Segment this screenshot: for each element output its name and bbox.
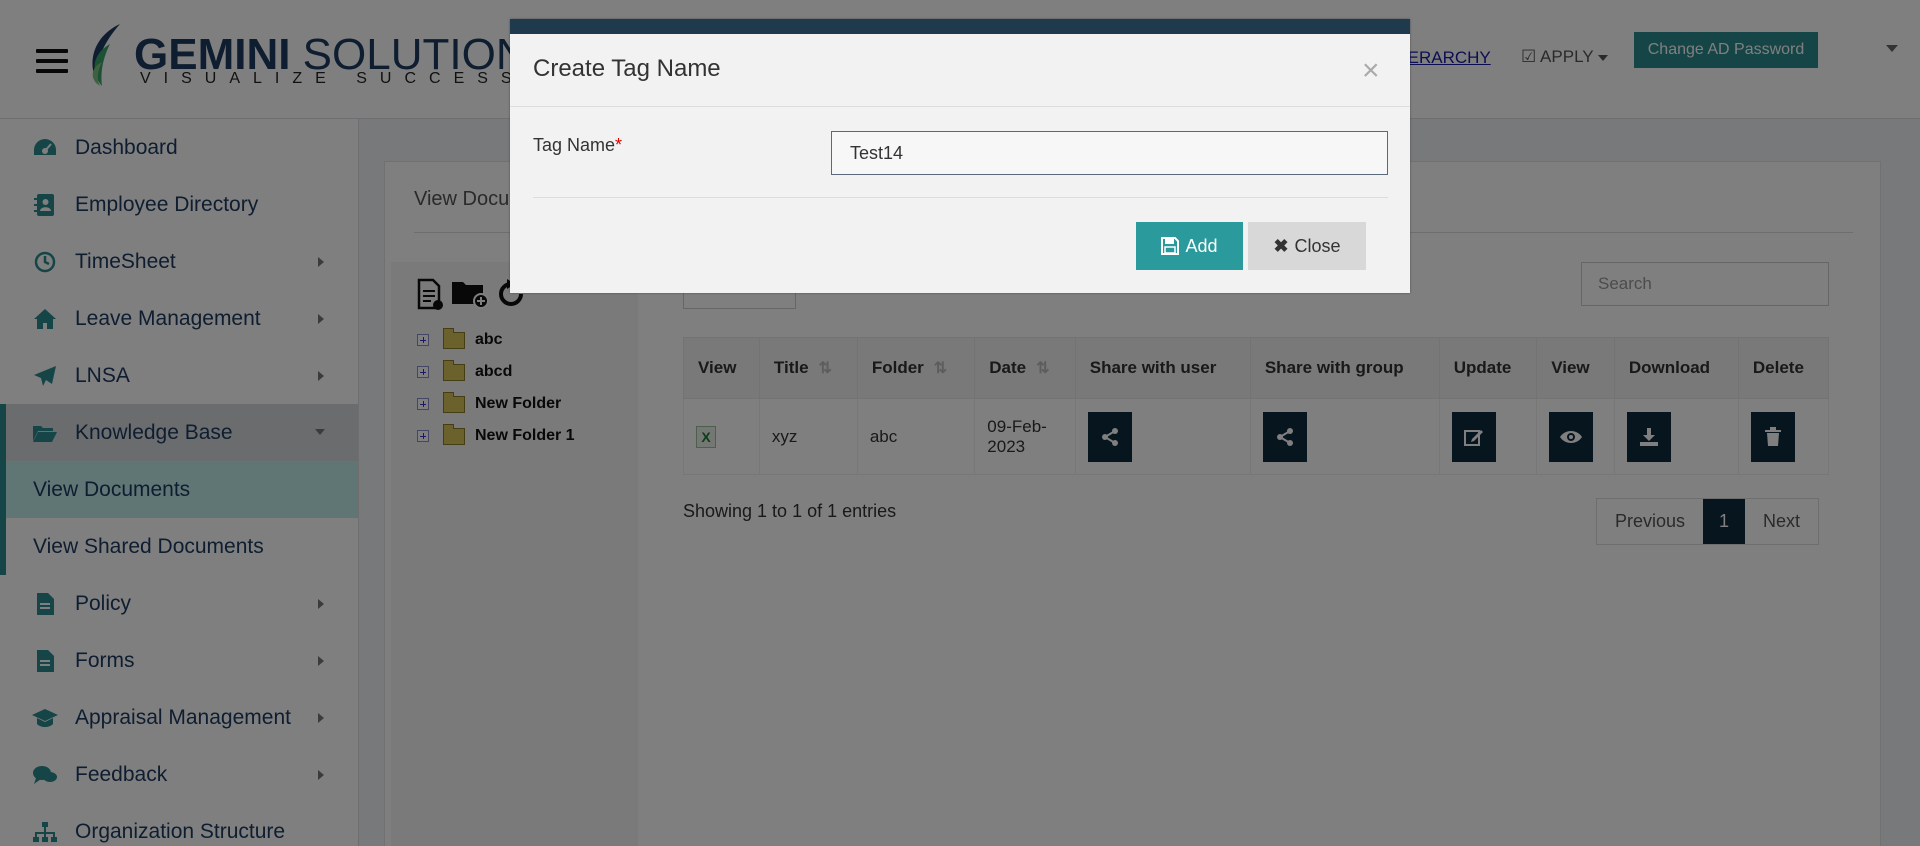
tag-name-input[interactable] xyxy=(831,131,1388,175)
add-button[interactable]: Add xyxy=(1136,222,1243,270)
tag-name-label: Tag Name* xyxy=(533,135,623,155)
create-tag-modal: Create Tag Name × Tag Name* Add ✖ Close xyxy=(510,19,1410,293)
modal-header: Create Tag Name × xyxy=(510,34,1410,107)
close-button[interactable]: ✖ Close xyxy=(1248,222,1366,270)
close-x-icon: ✖ xyxy=(1273,235,1289,256)
add-label: Add xyxy=(1185,235,1218,256)
close-label: Close xyxy=(1294,235,1341,256)
modal-title: Create Tag Name xyxy=(533,55,721,82)
save-icon xyxy=(1161,237,1180,255)
modal-divider xyxy=(533,197,1388,198)
required-mark: * xyxy=(615,135,623,155)
modal-close-icon[interactable]: × xyxy=(1362,56,1380,86)
